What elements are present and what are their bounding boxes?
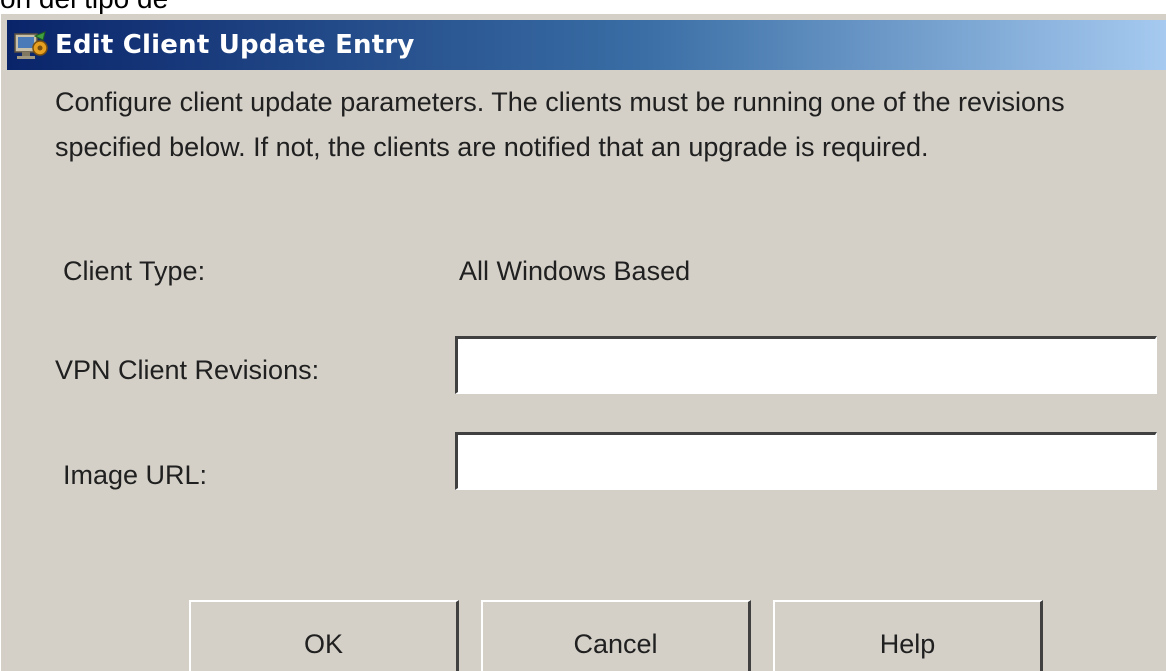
dialog-description: Configure client update parameters. The … xyxy=(55,87,1065,162)
image-url-label: Image URL: xyxy=(63,460,208,490)
edit-client-update-dialog: Edit Client Update Entry Configure clien… xyxy=(0,14,1166,671)
client-type-value: All Windows Based xyxy=(459,256,691,286)
cancel-button[interactable]: Cancel xyxy=(481,600,751,671)
vpn-client-revisions-input[interactable] xyxy=(455,336,1157,394)
screenshot: on del tipo de Edit Client Update Entry … xyxy=(0,0,1166,671)
dialog-title: Edit Client Update Entry xyxy=(55,30,415,60)
background-text: on del tipo de xyxy=(0,0,168,14)
vpn-client-revisions-label: VPN Client Revisions: xyxy=(55,355,320,385)
ok-button[interactable]: OK xyxy=(189,600,459,671)
image-url-input[interactable] xyxy=(455,432,1157,490)
client-type-label: Client Type: xyxy=(63,256,206,286)
network-config-icon xyxy=(13,28,49,62)
dialog-titlebar[interactable]: Edit Client Update Entry xyxy=(7,20,1166,70)
help-button[interactable]: Help xyxy=(773,600,1043,671)
